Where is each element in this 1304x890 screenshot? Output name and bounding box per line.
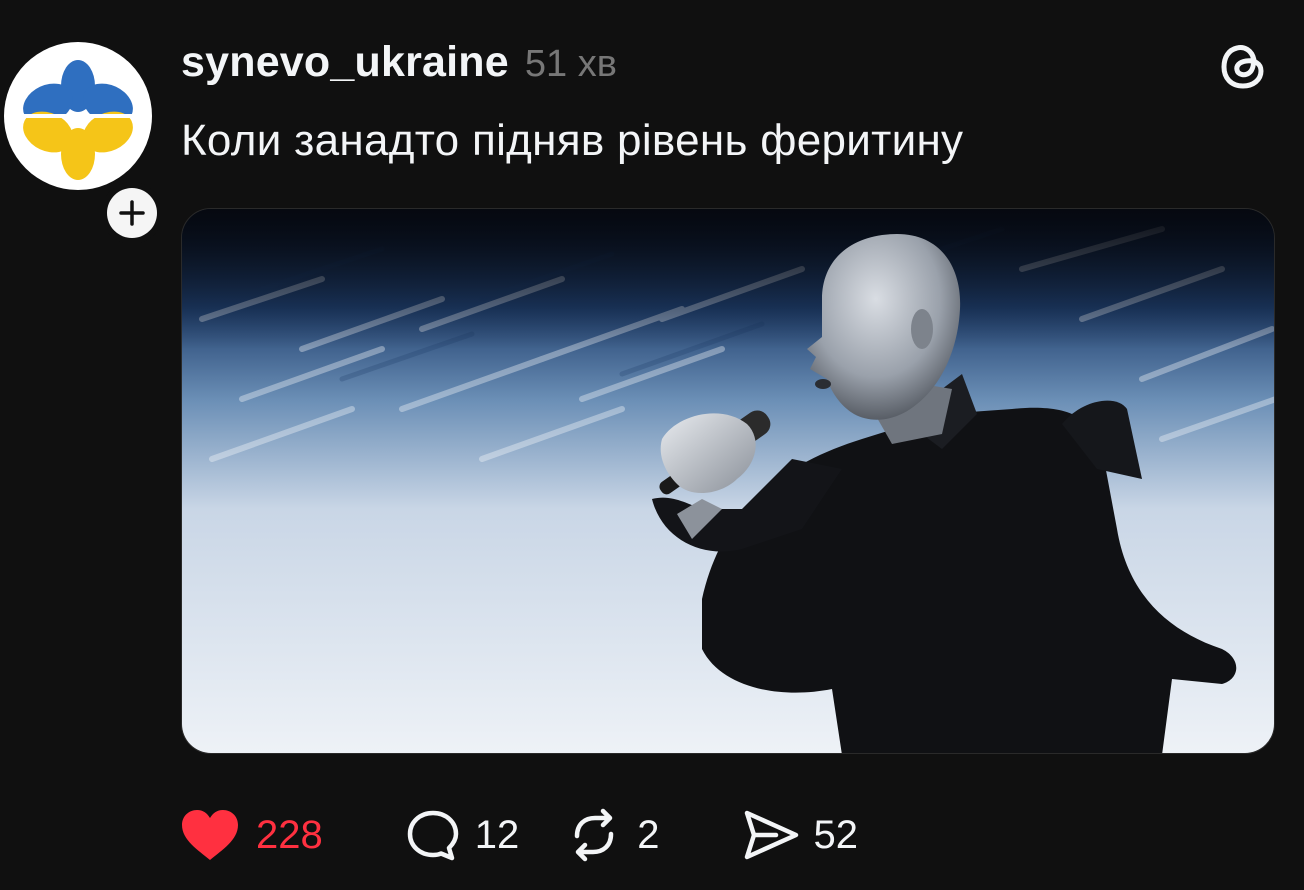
action-bar: 228 12 2 52 (180, 800, 904, 870)
reply-button[interactable]: 12 (405, 807, 520, 863)
repost-button[interactable]: 2 (565, 806, 660, 864)
synevo-logo-icon (23, 60, 133, 180)
username-link[interactable]: synevo_ukraine (181, 38, 509, 87)
post-image[interactable] (181, 208, 1275, 754)
thread-post: synevo_ukraine 51 хв Коли занадто підняв… (0, 0, 1304, 890)
heart-icon (182, 810, 238, 860)
send-icon (744, 810, 798, 860)
post-header: synevo_ukraine 51 хв (181, 38, 617, 94)
like-button[interactable]: 228 (180, 808, 323, 862)
share-button[interactable]: 52 (742, 808, 859, 862)
share-count: 52 (813, 812, 859, 857)
plus-icon (119, 200, 145, 226)
post-caption: Коли занадто підняв рівень феритину (181, 116, 964, 165)
like-count: 228 (256, 812, 323, 857)
follow-button[interactable] (101, 182, 163, 244)
repost-icon (575, 808, 614, 862)
reply-count: 12 (474, 812, 520, 857)
avatar[interactable] (4, 42, 163, 244)
speech-bubble-icon (407, 810, 458, 861)
threads-logo-icon[interactable] (1216, 38, 1272, 94)
repost-count: 2 (637, 812, 660, 857)
post-timestamp: 51 хв (524, 43, 617, 85)
